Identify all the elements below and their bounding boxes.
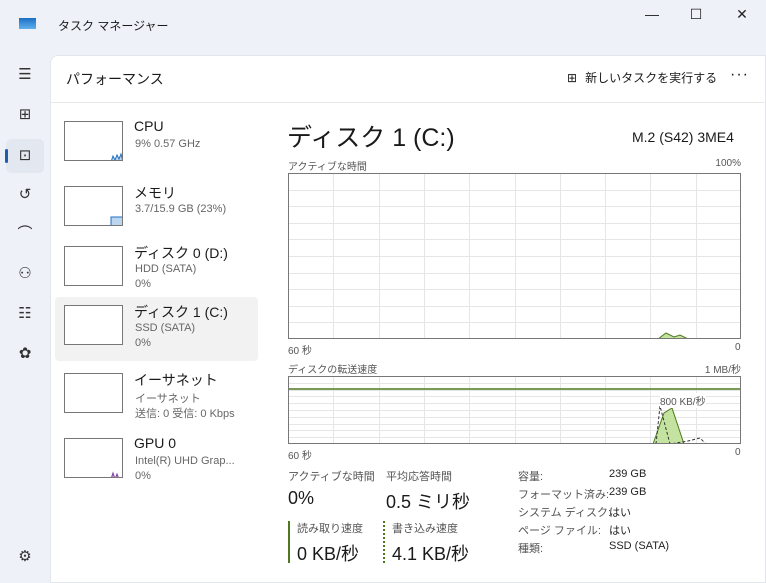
device-usage: 0% <box>135 278 151 290</box>
device-usage: 送信: 0 受信: 0 Kbps <box>135 408 235 420</box>
write-speed-value: 4.1 KB/秒 <box>392 544 470 564</box>
device-name: メモリ <box>134 185 176 201</box>
device-subtitle: 3.7/15.9 GB (23%) <box>135 203 227 215</box>
device-thumbnail <box>64 305 123 345</box>
maximize-button[interactable]: ☐ <box>674 6 718 28</box>
new-task-label: 新しいタスクを実行する <box>585 71 718 85</box>
property-label: 種類: <box>518 543 544 555</box>
device-name: CPU <box>134 118 164 134</box>
write-speed-label: 書き込み速度 <box>392 523 458 535</box>
performance-icon[interactable]: ⊡ <box>6 139 44 173</box>
property-value: SSD (SATA) <box>609 540 670 552</box>
response-time-label: 平均応答時間 <box>386 471 452 483</box>
hamburger-icon[interactable]: ☰ <box>6 58 44 92</box>
read-speed-label: 読み取り速度 <box>297 523 363 535</box>
device-model: M.2 (S42) 3ME4 <box>632 129 734 145</box>
processes-icon[interactable]: ⊞ <box>6 98 44 132</box>
device-item[interactable]: GPU 0 Intel(R) UHD Grap... 0% <box>55 430 258 494</box>
chart1-label: アクティブな時間 <box>288 162 367 173</box>
property-value: はい <box>609 525 631 537</box>
property-value: 239 GB <box>609 468 647 480</box>
property-value: はい <box>609 507 631 519</box>
device-name: イーサネット <box>134 372 218 388</box>
app-icon <box>19 18 36 29</box>
startup-icon[interactable]: ⌒ <box>6 217 44 251</box>
device-subtitle: Intel(R) UHD Grap... <box>135 455 235 467</box>
active-time-label: アクティブな時間 <box>288 471 375 483</box>
device-subtitle: HDD (SATA) <box>135 263 197 275</box>
chart1-right: 0 <box>735 342 741 353</box>
header-divider <box>51 102 766 103</box>
response-time-value: 0.5 ミリ秒 <box>386 492 471 512</box>
chart1-left: 60 秒 <box>288 346 312 357</box>
new-task-icon: ⊞ <box>567 70 578 85</box>
chart1-max: 100% <box>715 158 741 169</box>
device-item[interactable]: CPU 9% 0.57 GHz <box>55 113 258 177</box>
active-time-chart <box>288 173 741 339</box>
device-thumbnail <box>64 438 123 478</box>
settings-icon[interactable]: ⚙ <box>6 540 44 574</box>
details-icon[interactable]: ☷ <box>6 297 44 331</box>
users-icon[interactable]: ⚇ <box>6 257 44 291</box>
chart2-mid: 800 KB/秒 <box>660 393 706 408</box>
chart2-max: 1 MB/秒 <box>704 365 741 376</box>
services-icon[interactable]: ✿ <box>6 337 44 371</box>
history-icon[interactable]: ↺ <box>6 178 44 212</box>
device-subtitle: イーサネット <box>135 393 201 405</box>
write-legend-line <box>383 521 385 563</box>
chart2-label: ディスクの転送速度 <box>288 365 378 376</box>
device-thumbnail <box>64 373 123 413</box>
minimize-button[interactable]: — <box>630 6 674 28</box>
close-button[interactable]: ✕ <box>720 6 764 28</box>
device-item[interactable]: メモリ 3.7/15.9 GB (23%) <box>55 178 258 242</box>
chart2-right: 0 <box>735 447 741 458</box>
more-options-button[interactable]: ··· <box>730 66 749 84</box>
read-speed-value: 0 KB/秒 <box>297 544 360 564</box>
device-name: ディスク 1 (C:) <box>134 304 228 320</box>
property-label: システム ディスク: <box>518 507 612 519</box>
device-subtitle: 9% 0.57 GHz <box>135 138 201 150</box>
page-title: パフォーマンス <box>66 71 164 87</box>
property-label: ページ ファイル: <box>518 525 601 537</box>
transfer-rate-chart <box>288 376 741 444</box>
selected-indicator <box>5 149 8 163</box>
active-time-value: 0% <box>288 488 315 508</box>
device-thumbnail <box>64 186 123 226</box>
chart2-left: 60 秒 <box>288 451 312 462</box>
new-task-button[interactable]: ⊞ 新しいタスクを実行する <box>567 69 717 86</box>
device-thumbnail <box>64 246 123 286</box>
device-usage: 0% <box>135 470 151 482</box>
window-title: タスク マネージャー <box>58 19 169 33</box>
device-item[interactable]: ディスク 0 (D:) HDD (SATA) 0% <box>55 238 258 302</box>
device-thumbnail <box>64 121 123 161</box>
device-name: ディスク 0 (D:) <box>134 245 228 261</box>
property-value: 239 GB <box>609 486 647 498</box>
device-item[interactable]: ディスク 1 (C:) SSD (SATA) 0% <box>55 297 258 361</box>
device-title: ディスク 1 (C:) <box>287 124 455 152</box>
read-legend-line <box>288 521 290 563</box>
device-name: GPU 0 <box>134 435 177 451</box>
property-label: フォーマット済み: <box>518 489 610 501</box>
device-item[interactable]: イーサネット イーサネット 送信: 0 受信: 0 Kbps <box>55 365 258 429</box>
device-usage: 0% <box>135 337 151 349</box>
property-label: 容量: <box>518 471 544 483</box>
device-subtitle: SSD (SATA) <box>135 322 196 334</box>
